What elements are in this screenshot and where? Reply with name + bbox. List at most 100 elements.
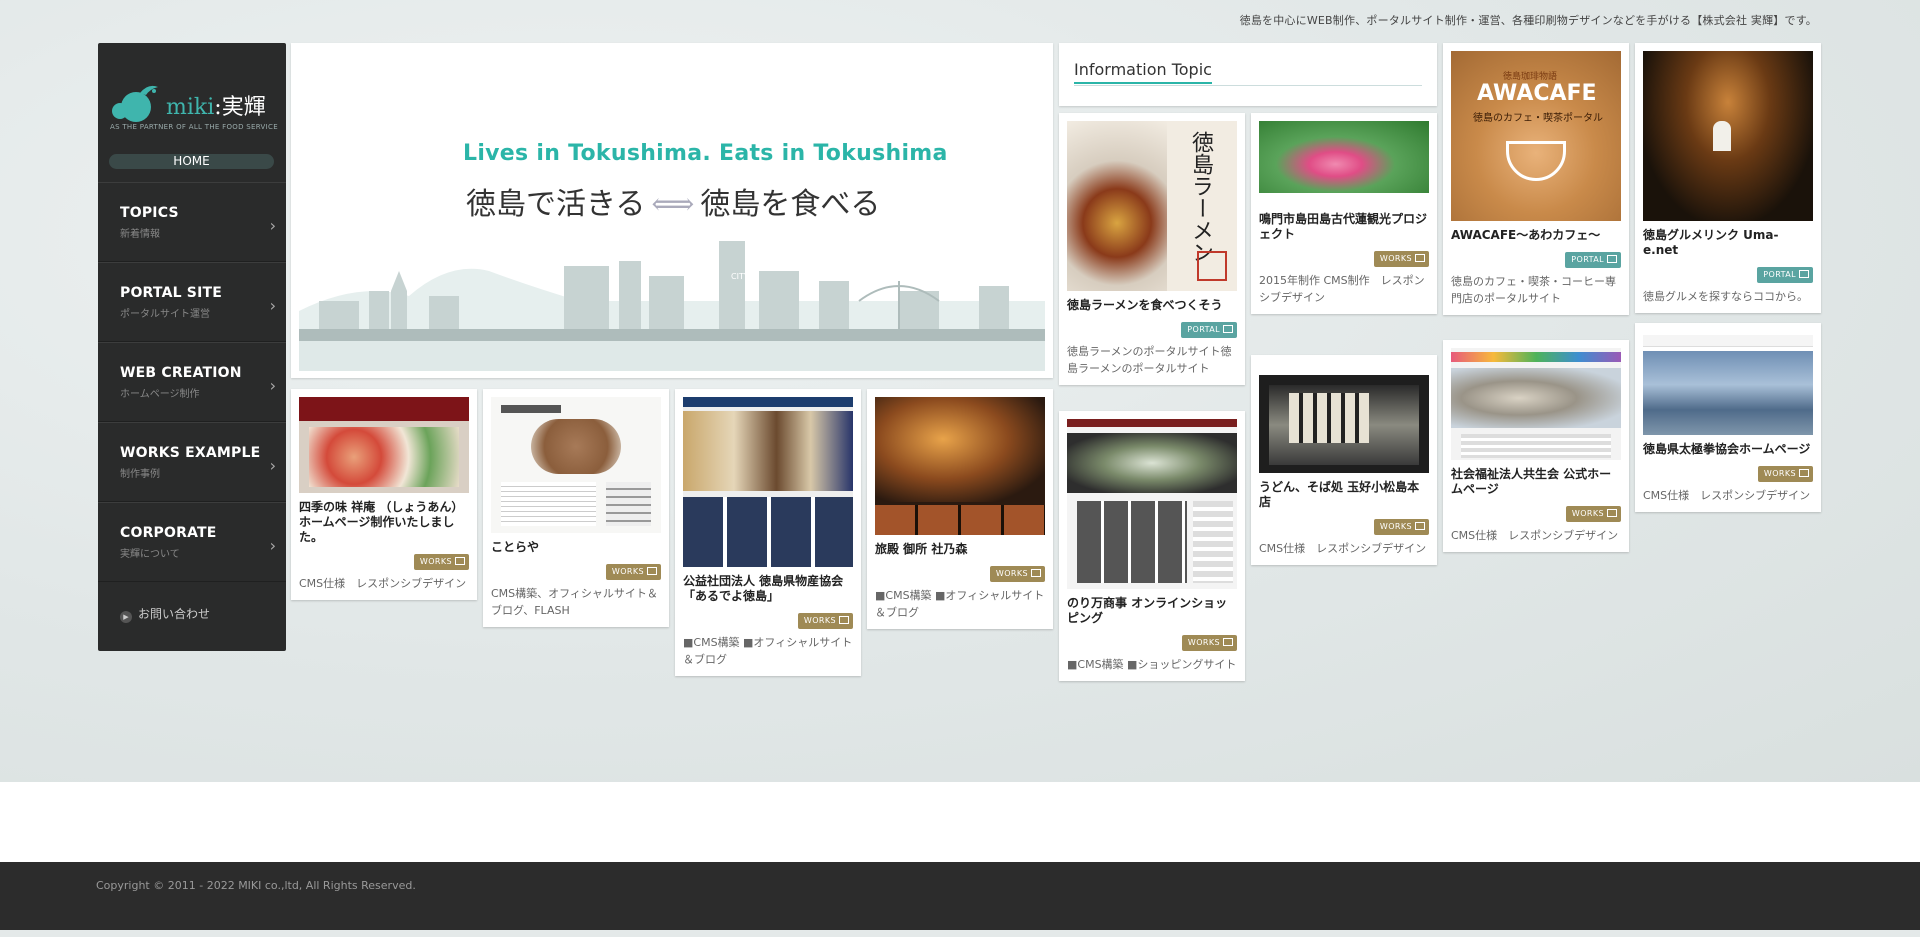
monitor-icon <box>1415 522 1425 530</box>
portal-badge: PORTAL <box>1565 252 1621 268</box>
works-badge: WORKS <box>1373 519 1429 535</box>
monitor-icon <box>1223 325 1233 333</box>
work-description: 徳島のカフェ・喫茶・コーヒー専門店のポータルサイト <box>1451 275 1616 305</box>
works-badge: WORKS <box>797 613 853 629</box>
information-topic-header: Information Topic <box>1059 43 1437 106</box>
monitor-icon <box>1031 569 1041 577</box>
work-thumbnail <box>683 397 853 567</box>
works-badge: WORKS <box>605 564 661 580</box>
work-card[interactable]: 公益社団法人 徳島県物産協会「あるでよ徳島」 WORKS ■CMS構築 ■オフィ… <box>675 389 861 676</box>
work-description: CMS仕様 レスポンシブデザイン <box>1259 542 1427 555</box>
work-description: 徳島ラーメンのポータルサイト徳島ラーメンのポータルサイト <box>1067 345 1232 375</box>
work-description: ■CMS構築 ■オフィシャルサイト＆ブログ <box>683 636 853 666</box>
nav-title: CORPORATE <box>120 525 217 541</box>
work-title: 旅殿 御所 社乃森 <box>875 542 968 556</box>
work-thumbnail <box>299 397 469 493</box>
city-skyline-illustration: CITY <box>299 241 1045 371</box>
work-card[interactable]: うどん、そば処 玉好小松島本店 WORKS CMS仕様 レスポンシブデザイン <box>1251 355 1437 565</box>
nav-subtitle: 新着情報 <box>120 229 160 240</box>
work-title: 鳴門市島田島古代蓮観光プロジェクト <box>1259 212 1428 241</box>
work-description: CMS仕様 レスポンシブデザイン <box>1643 489 1811 502</box>
page-bottom-strip <box>0 930 1920 937</box>
work-thumbnail <box>1259 121 1429 205</box>
portal-badge: PORTAL <box>1757 267 1813 283</box>
header-tagline: 徳島を中心にWEB制作、ポータルサイト制作・運営、各種印刷物デザインなどを手がけ… <box>1239 14 1817 27</box>
sidebar-item-web-creation[interactable]: WEB CREATION ホームページ制作 › <box>98 342 286 422</box>
logo[interactable]: miki:実輝 AS THE PARTNER OF ALL THE FOOD S… <box>110 71 278 141</box>
sidebar-item-corporate[interactable]: CORPORATE 実輝について › <box>98 502 286 582</box>
sidebar-item-portal-site[interactable]: PORTAL SITE ポータルサイト運営 › <box>98 262 286 342</box>
works-badge: WORKS <box>1565 506 1621 522</box>
work-title: 徳島ラーメンを食べつくそう <box>1067 298 1223 312</box>
works-badge: WORKS <box>1181 635 1237 651</box>
monitor-icon <box>839 616 849 624</box>
monitor-icon <box>455 557 465 565</box>
work-description: ■CMS構築 ■オフィシャルサイト＆ブログ <box>875 589 1045 619</box>
contact-link[interactable]: ▶ お問い合わせ <box>120 605 210 623</box>
information-topic-title: Information Topic <box>1074 60 1212 84</box>
monitor-icon <box>1607 509 1617 517</box>
nav-subtitle: 制作事例 <box>120 469 160 480</box>
sidebar: miki:実輝 AS THE PARTNER OF ALL THE FOOD S… <box>98 43 286 651</box>
sidebar-item-works-example[interactable]: WORKS EXAMPLE 制作事例 › <box>98 422 286 502</box>
nav-title: WORKS EXAMPLE <box>120 445 261 461</box>
work-card[interactable]: 四季の味 祥庵 （しょうあん）ホームページ制作いたしました。 WORKS CMS… <box>291 389 477 600</box>
work-title: 公益社団法人 徳島県物産協会「あるでよ徳島」 <box>683 574 844 603</box>
work-thumbnail <box>1067 419 1237 589</box>
portal-badge: PORTAL <box>1181 322 1237 338</box>
nav-title: PORTAL SITE <box>120 285 223 301</box>
work-title: 徳島グルメリンク Uma-e.net <box>1643 228 1779 257</box>
work-title: のり万商事 オンラインショッピング <box>1067 596 1228 625</box>
work-card[interactable]: 鳴門市島田島古代蓮観光プロジェクト WORKS 2015年制作 CMS制作 レス… <box>1251 113 1437 314</box>
work-title: ことらや <box>491 540 540 554</box>
divider <box>1074 85 1422 86</box>
work-description: 2015年制作 CMS制作 レスポンシブデザイン <box>1259 274 1425 304</box>
work-card[interactable]: 徳島県太極拳協会ホームページ WORKS CMS仕様 レスポンシブデザイン <box>1635 323 1821 512</box>
copyright-text: Copyright © 2011 - 2022 MIKI co.,ltd, Al… <box>96 879 416 892</box>
chevron-right-icon: › <box>269 376 276 395</box>
work-card[interactable]: 社会福祉法人共生会 公式ホームページ WORKS CMS仕様 レスポンシブデザイ… <box>1443 340 1629 552</box>
hero-english-slogan: Lives in Tokushima. Eats in Tokushima <box>463 141 948 166</box>
monitor-icon <box>647 567 657 575</box>
logo-subtitle: AS THE PARTNER OF ALL THE FOOD SERVICE <box>110 123 278 131</box>
work-thumbnail <box>1643 331 1813 435</box>
nav-title: WEB CREATION <box>120 365 242 381</box>
work-title: うどん、そば処 玉好小松島本店 <box>1259 480 1420 509</box>
home-button[interactable]: HOME <box>109 154 274 169</box>
work-card[interactable]: 徳島珈琲物語 AWACAFE 徳島のカフェ・喫茶ポータル AWACAFE〜あわカ… <box>1443 43 1629 315</box>
works-badge: WORKS <box>413 554 469 570</box>
work-thumbnail <box>1259 363 1429 473</box>
work-thumbnail <box>1451 348 1621 460</box>
work-thumbnail <box>1643 51 1813 221</box>
monitor-icon <box>1799 469 1809 477</box>
works-badge: WORKS <box>1757 466 1813 482</box>
hero-japanese-slogan: 徳島で活きる ⟺ 徳島を食べる <box>466 187 881 222</box>
work-thumbnail: 徳島ラーメン <box>1067 121 1237 291</box>
logo-text: miki:実輝 <box>166 95 266 120</box>
work-card[interactable]: 徳島グルメリンク Uma-e.net PORTAL 徳島グルメを探すならココから… <box>1635 43 1821 313</box>
chevron-right-icon: › <box>269 296 276 315</box>
work-thumbnail <box>875 397 1045 535</box>
monitor-icon <box>1607 255 1617 263</box>
nav-subtitle: ホームページ制作 <box>120 389 200 400</box>
chevron-right-icon: › <box>269 536 276 555</box>
footer: Copyright © 2011 - 2022 MIKI co.,ltd, Al… <box>0 862 1920 930</box>
works-badge: WORKS <box>989 566 1045 582</box>
work-description: CMS構築、オフィシャルサイト＆ブログ、FLASH <box>491 587 658 617</box>
monitor-icon <box>1799 270 1809 278</box>
works-badge: WORKS <box>1373 251 1429 267</box>
play-icon: ▶ <box>120 611 132 623</box>
work-title: 社会福祉法人共生会 公式ホームページ <box>1451 467 1612 496</box>
work-card[interactable]: のり万商事 オンラインショッピング WORKS ■CMS構築 ■ショッピングサイ… <box>1059 411 1245 681</box>
work-thumbnail: 徳島珈琲物語 AWACAFE 徳島のカフェ・喫茶ポータル <box>1451 51 1621 221</box>
work-card[interactable]: 旅殿 御所 社乃森 WORKS ■CMS構築 ■オフィシャルサイト＆ブログ <box>867 389 1053 629</box>
work-title: 四季の味 祥庵 （しょうあん）ホームページ制作いたしました。 <box>299 500 464 544</box>
work-card[interactable]: ことらや WORKS CMS構築、オフィシャルサイト＆ブログ、FLASH <box>483 389 669 627</box>
nav-title: TOPICS <box>120 205 179 221</box>
nav-subtitle: ポータルサイト運営 <box>120 309 210 320</box>
chevron-right-icon: › <box>269 216 276 235</box>
sidebar-item-topics[interactable]: TOPICS 新着情報 › <box>98 182 286 262</box>
logo-mark-icon <box>112 85 158 122</box>
work-card[interactable]: 徳島ラーメン 徳島ラーメンを食べつくそう PORTAL 徳島ラーメンのポータルサ… <box>1059 113 1245 385</box>
monitor-icon <box>1223 638 1233 646</box>
